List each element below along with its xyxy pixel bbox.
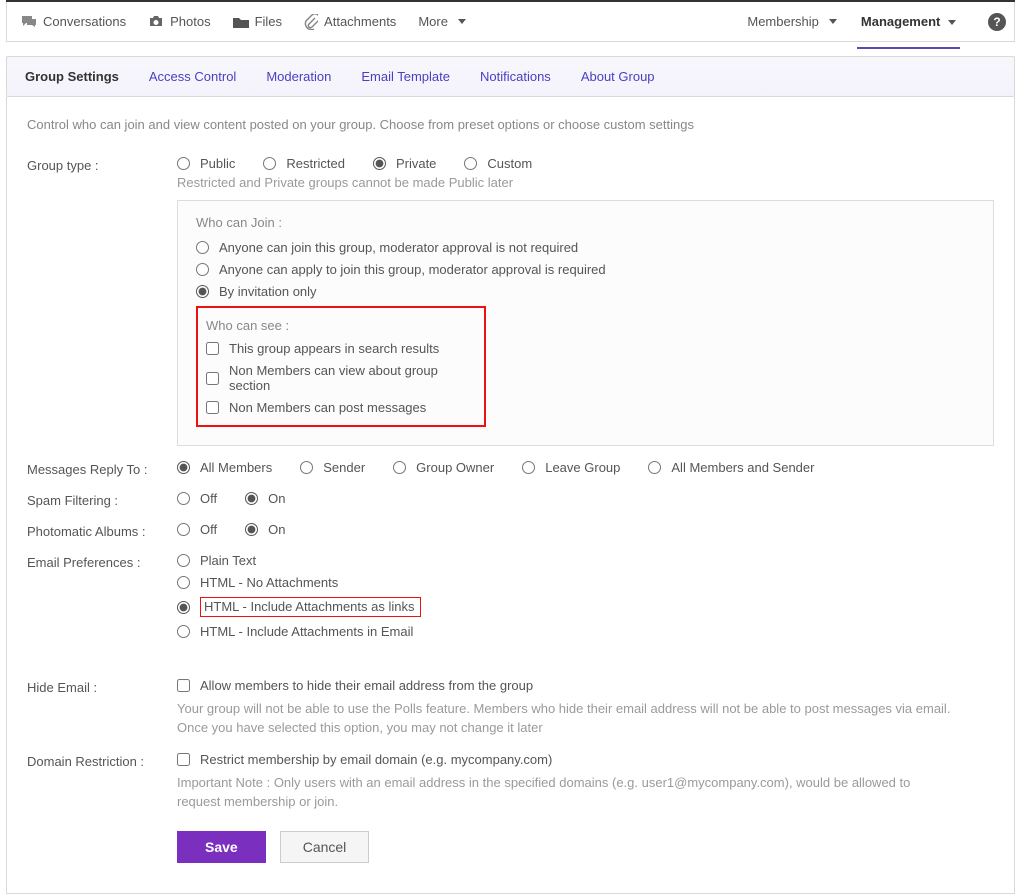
photomatic-off[interactable]: Off (177, 522, 217, 537)
nav-files-label: Files (255, 14, 282, 29)
nav-management[interactable]: Management (861, 14, 956, 39)
top-navbar: Conversations Photos Files Attachments M… (6, 2, 1015, 42)
see-post[interactable]: Non Members can post messages (206, 400, 472, 415)
tab-notifications[interactable]: Notifications (480, 69, 551, 84)
save-button[interactable]: Save (177, 831, 266, 863)
panel-description: Control who can join and view content po… (27, 117, 994, 132)
photomatic-on[interactable]: On (245, 522, 285, 537)
who-can-see-title: Who can see : (206, 318, 472, 333)
nav-more-label: More (418, 14, 448, 29)
nav-photos-label: Photos (170, 14, 210, 29)
hide-email-option[interactable]: Allow members to hide their email addres… (177, 678, 994, 693)
domain-restrict-label: Domain Restriction : (27, 752, 177, 769)
reply-all-sender[interactable]: All Members and Sender (648, 460, 814, 475)
emailpref-plain[interactable]: Plain Text (177, 553, 994, 568)
reply-owner[interactable]: Group Owner (393, 460, 494, 475)
nav-attachments[interactable]: Attachments (304, 14, 396, 30)
group-type-private[interactable]: Private (373, 156, 436, 171)
group-type-detail-box: Who can Join : Anyone can join this grou… (177, 200, 994, 446)
help-icon[interactable]: ? (988, 13, 1006, 31)
spam-label: Spam Filtering : (27, 491, 177, 508)
domain-restrict-option[interactable]: Restrict membership by email domain (e.g… (177, 752, 994, 767)
group-type-label: Group type : (27, 156, 177, 173)
paperclip-icon (304, 14, 318, 30)
hide-email-label: Hide Email : (27, 678, 177, 695)
settings-panel: Control who can join and view content po… (6, 97, 1015, 894)
tab-access-control[interactable]: Access Control (149, 69, 236, 84)
email-pref-label: Email Preferences : (27, 553, 177, 570)
who-can-join-title: Who can Join : (196, 215, 975, 230)
reply-all[interactable]: All Members (177, 460, 272, 475)
tab-email-template[interactable]: Email Template (361, 69, 450, 84)
chevron-down-icon (829, 19, 837, 24)
see-search[interactable]: This group appears in search results (206, 341, 472, 356)
tab-group-settings[interactable]: Group Settings (25, 69, 119, 84)
domain-restrict-note: Important Note : Only users with an emai… (177, 774, 957, 812)
spam-on[interactable]: On (245, 491, 285, 506)
reply-leave[interactable]: Leave Group (522, 460, 620, 475)
photomatic-label: Photomatic Albums : (27, 522, 177, 539)
nav-membership[interactable]: Membership (747, 14, 837, 29)
folder-icon (233, 16, 249, 28)
camera-icon (148, 15, 164, 28)
tab-about-group[interactable]: About Group (581, 69, 655, 84)
group-type-note: Restricted and Private groups cannot be … (177, 175, 994, 190)
nav-attachments-label: Attachments (324, 14, 396, 29)
emailpref-links[interactable]: HTML - Include Attachments as links (177, 597, 994, 617)
nav-management-label: Management (861, 14, 940, 29)
chat-icon (21, 15, 37, 29)
nav-files[interactable]: Files (233, 14, 282, 29)
join-apply[interactable]: Anyone can apply to join this group, mod… (196, 262, 975, 277)
tab-moderation[interactable]: Moderation (266, 69, 331, 84)
hide-email-note: Your group will not be able to use the P… (177, 700, 957, 738)
active-underline (857, 47, 960, 49)
settings-tabs: Group Settings Access Control Moderation… (6, 56, 1015, 97)
cancel-button[interactable]: Cancel (280, 831, 370, 863)
join-invite[interactable]: By invitation only (196, 284, 975, 299)
spam-off[interactable]: Off (177, 491, 217, 506)
reply-sender[interactable]: Sender (300, 460, 365, 475)
group-type-custom[interactable]: Custom (464, 156, 532, 171)
chevron-down-icon (948, 20, 956, 25)
group-type-public[interactable]: Public (177, 156, 235, 171)
nav-more[interactable]: More (418, 14, 466, 29)
nav-conversations[interactable]: Conversations (21, 14, 126, 29)
emailpref-inemail[interactable]: HTML - Include Attachments in Email (177, 624, 994, 639)
see-about[interactable]: Non Members can view about group section (206, 363, 472, 393)
chevron-down-icon (458, 19, 466, 24)
emailpref-noatt[interactable]: HTML - No Attachments (177, 575, 994, 590)
nav-membership-label: Membership (747, 14, 819, 29)
nav-conversations-label: Conversations (43, 14, 126, 29)
emailpref-links-highlight: HTML - Include Attachments as links (200, 597, 421, 617)
who-can-see-highlight: Who can see : This group appears in sear… (196, 306, 486, 427)
nav-photos[interactable]: Photos (148, 14, 210, 29)
join-anyone[interactable]: Anyone can join this group, moderator ap… (196, 240, 975, 255)
group-type-restricted[interactable]: Restricted (263, 156, 345, 171)
reply-to-label: Messages Reply To : (27, 460, 177, 477)
